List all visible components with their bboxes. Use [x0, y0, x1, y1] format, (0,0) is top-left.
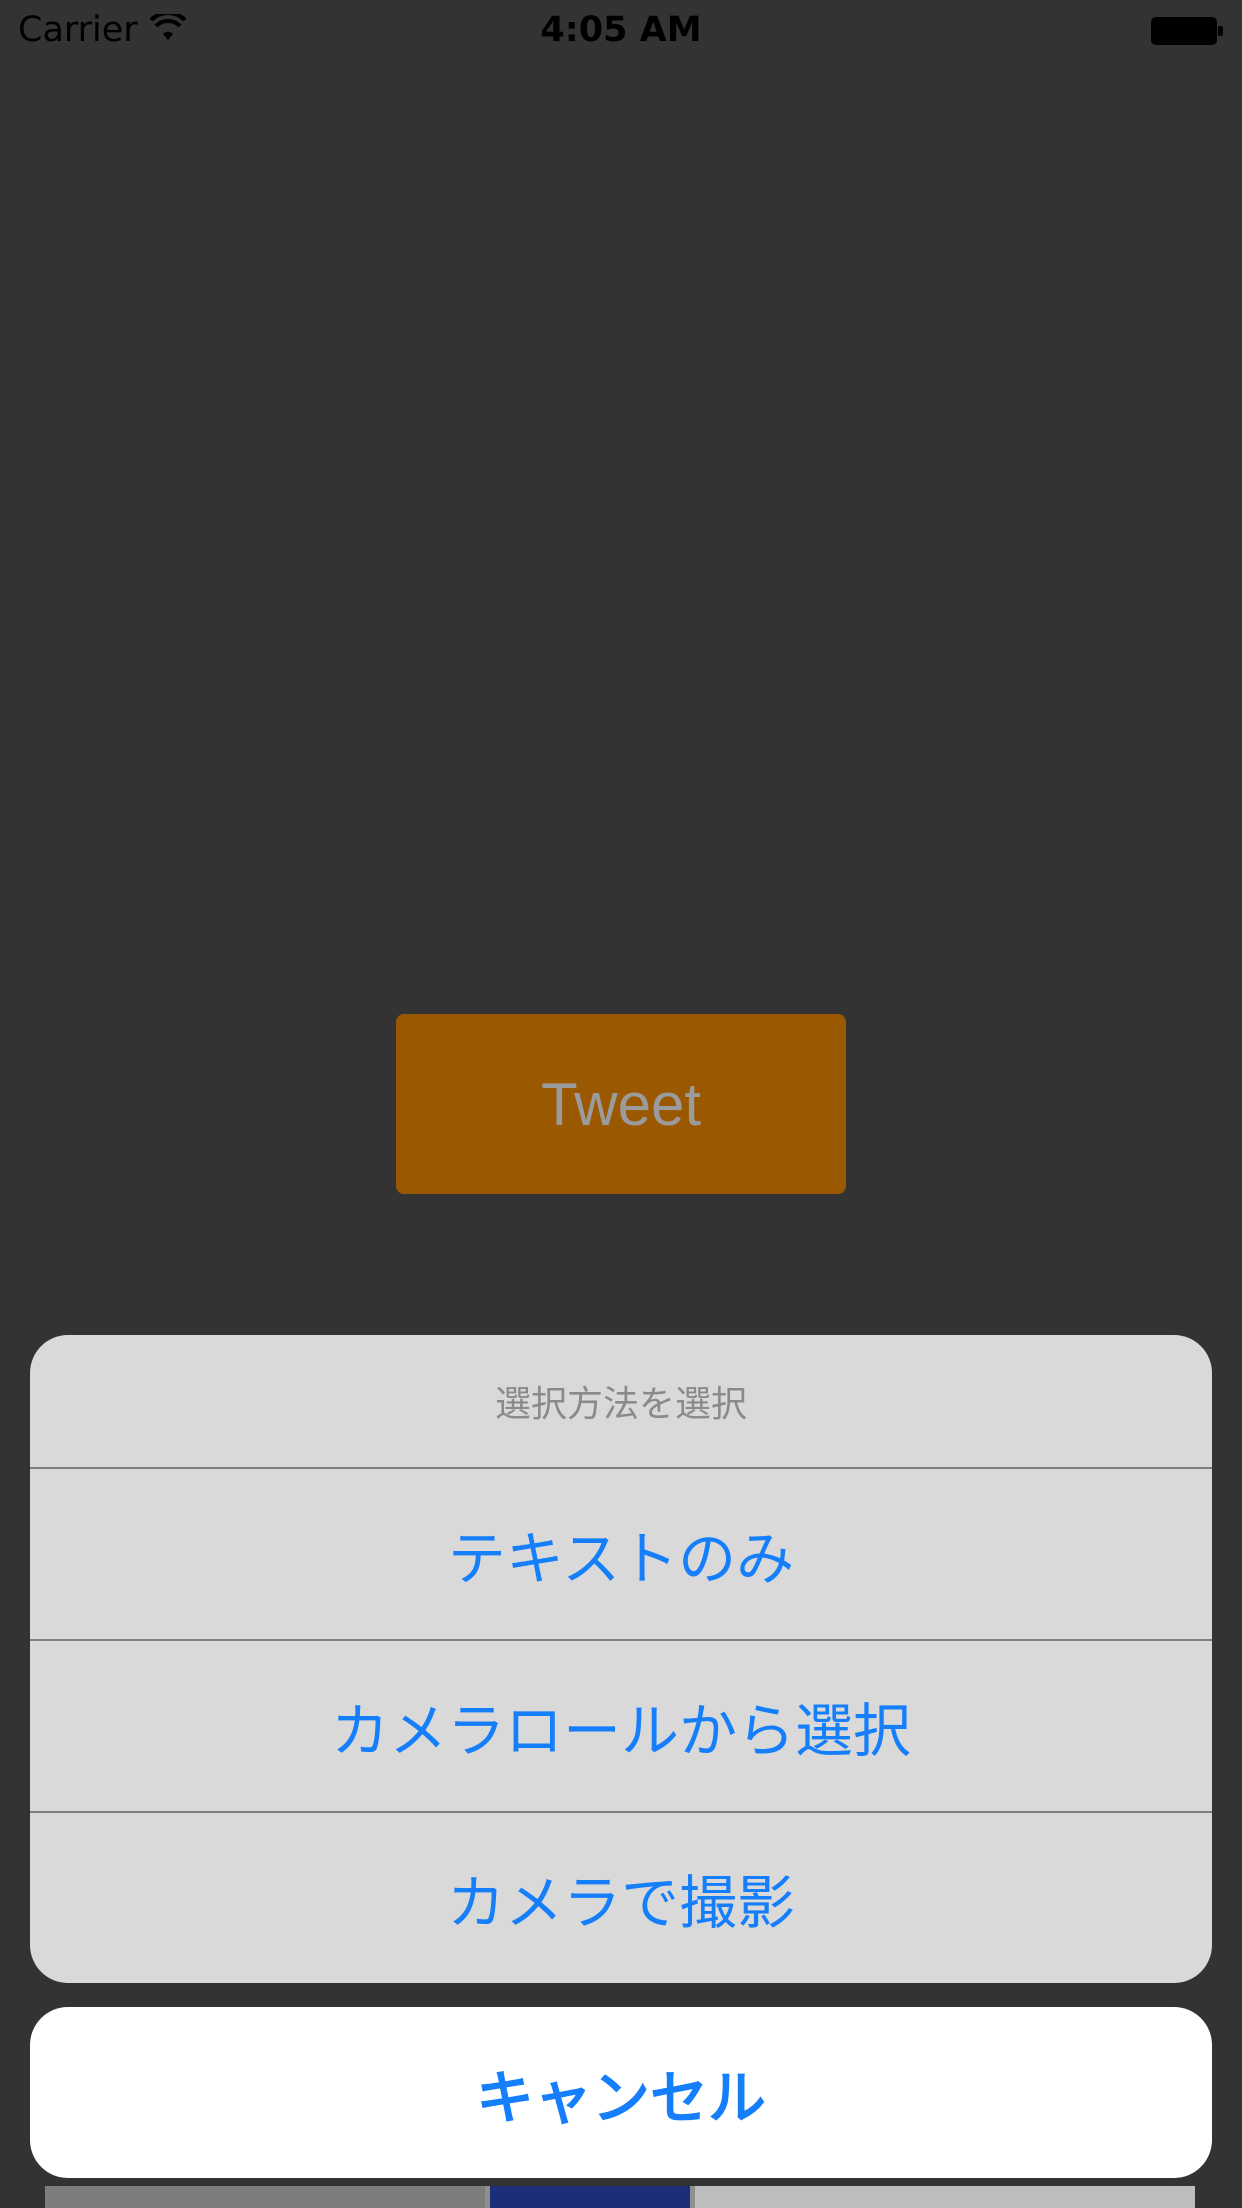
tweet-button[interactable]: Tweet: [396, 1014, 846, 1194]
status-bar: Carrier 4:05 AM: [0, 0, 1242, 60]
option-text-only-button[interactable]: テキストのみ: [30, 1469, 1212, 1639]
option-take-photo-button[interactable]: カメラで撮影: [30, 1813, 1212, 1983]
action-sheet-title: 選択方法を選択: [494, 1384, 747, 1425]
option-camera-roll-button[interactable]: カメラロールから選択: [30, 1641, 1212, 1811]
status-time: 4:05 AM: [540, 10, 702, 50]
battery-icon: [1150, 16, 1224, 46]
background-content-strip: [45, 2186, 1195, 2208]
action-sheet: 選択方法を選択 テキストのみ カメラロールから選択 カメラで撮影: [30, 1335, 1212, 1983]
cancel-button[interactable]: キャンセル: [30, 2007, 1212, 2178]
